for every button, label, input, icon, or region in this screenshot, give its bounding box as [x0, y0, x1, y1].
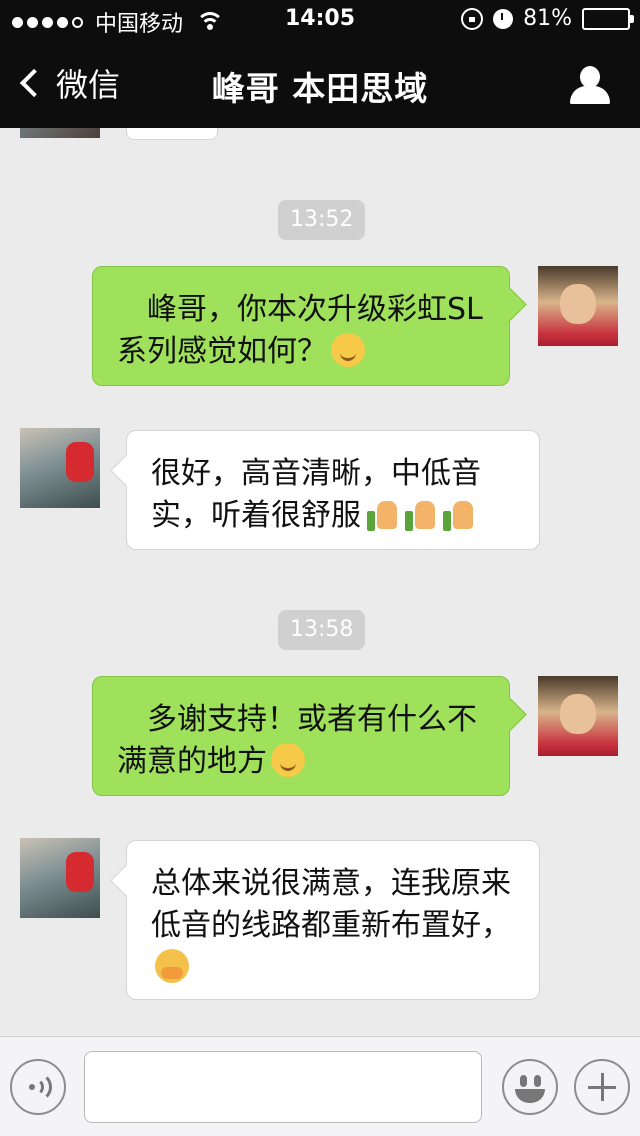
- battery-percent: 81%: [523, 6, 572, 31]
- thumbs-up-emoji-icon: [365, 497, 399, 531]
- input-bar: [0, 1036, 640, 1136]
- message-bubble-sent[interactable]: 峰哥，你本次升级彩虹SL系列感觉如何？: [92, 266, 510, 386]
- status-bar: 中国移动 14:05 81%: [0, 0, 640, 40]
- avatar[interactable]: [20, 128, 100, 138]
- chat-title: 峰哥 本田思域: [211, 69, 429, 108]
- emoji-button[interactable]: [502, 1059, 558, 1115]
- orientation-lock-icon: [461, 7, 484, 30]
- shy-hands-emoji-icon: [155, 949, 189, 983]
- message-bubble-sent[interactable]: 多谢支持！或者有什么不满意的地方: [92, 676, 510, 796]
- my-avatar[interactable]: [538, 676, 618, 756]
- friend-avatar[interactable]: [20, 838, 100, 918]
- message-timestamp: 13:52: [278, 200, 366, 240]
- message-bubble[interactable]: [126, 128, 218, 140]
- message-text: 总体来说很满意，连我原来低音的线路都重新布置好，: [151, 866, 511, 943]
- message-input[interactable]: [84, 1051, 482, 1123]
- thumbs-up-emoji-icon: [441, 497, 475, 531]
- top-bar: 中国移动 14:05 81% 微信 峰哥 本田思域: [0, 0, 640, 128]
- battery-icon: [582, 7, 634, 30]
- message-text: 峰哥，你本次升级彩虹SL系列感觉如何？: [117, 292, 483, 369]
- message-bubble-received[interactable]: 很好，高音清晰，中低音实，听着很舒服: [126, 430, 540, 550]
- contact-profile-icon[interactable]: [570, 66, 610, 104]
- alarm-icon: [493, 8, 514, 29]
- friend-avatar[interactable]: [20, 428, 100, 508]
- my-avatar[interactable]: [538, 266, 618, 346]
- chat-area[interactable]: 13:52 峰哥，你本次升级彩虹SL系列感觉如何？ 很好，高音清晰，中低音实，听…: [0, 128, 640, 1036]
- message-timestamp: 13:58: [278, 610, 366, 650]
- message-bubble-received[interactable]: 总体来说很满意，连我原来低音的线路都重新布置好，: [126, 840, 540, 1000]
- smile-emoji-icon: [271, 743, 305, 777]
- thumbs-up-emoji-icon: [403, 497, 437, 531]
- smile-emoji-icon: [331, 333, 365, 367]
- navigation-bar: 微信 峰哥 本田思域: [0, 40, 640, 128]
- more-options-button[interactable]: [574, 1059, 630, 1115]
- voice-input-button[interactable]: [10, 1059, 66, 1115]
